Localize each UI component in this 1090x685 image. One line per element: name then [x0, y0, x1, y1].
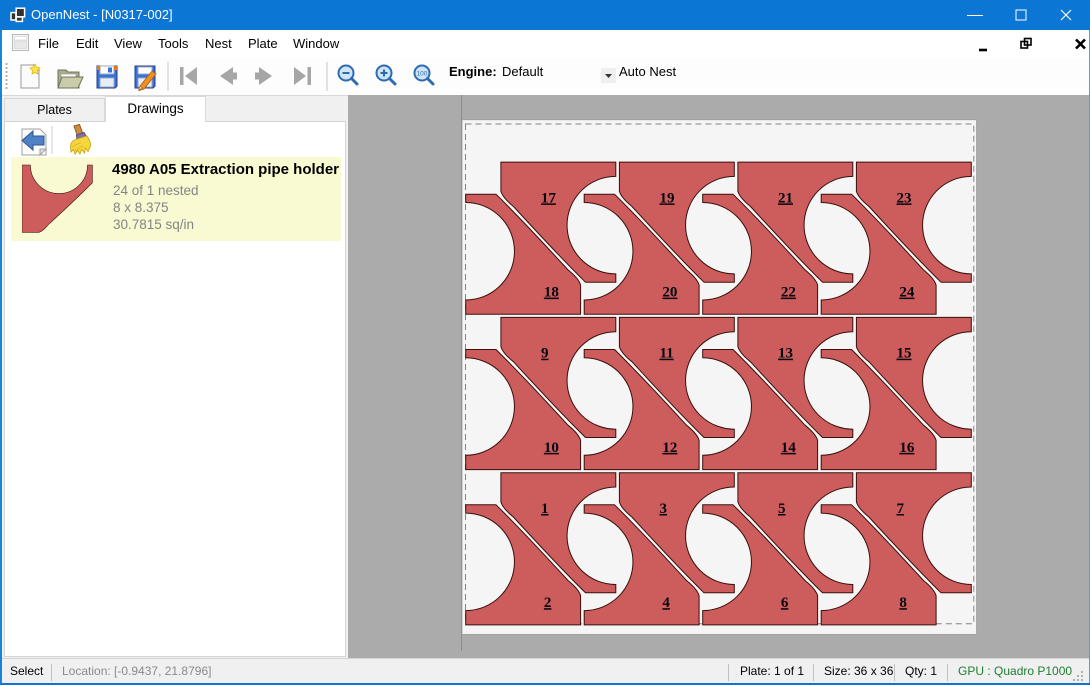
- svg-text:9: 9: [541, 346, 549, 362]
- svg-text:Auto Nest: Auto Nest: [619, 64, 676, 79]
- svg-text:23: 23: [897, 190, 912, 206]
- svg-text:5: 5: [778, 501, 786, 517]
- svg-text:12: 12: [662, 440, 677, 456]
- svg-text:10: 10: [544, 440, 559, 456]
- svg-text:Engine:: Engine:: [449, 64, 497, 79]
- svg-text:11: 11: [660, 346, 674, 362]
- svg-text:Default: Default: [502, 64, 544, 79]
- svg-text:4: 4: [662, 595, 670, 611]
- svg-text:1: 1: [541, 501, 549, 517]
- svg-text:18: 18: [544, 285, 559, 301]
- svg-text:6: 6: [781, 595, 789, 611]
- svg-text:19: 19: [660, 190, 675, 206]
- svg-text:16: 16: [899, 440, 915, 456]
- svg-text:100: 100: [417, 71, 428, 78]
- svg-text:17: 17: [541, 190, 557, 206]
- svg-text:14: 14: [781, 440, 797, 456]
- svg-text:13: 13: [778, 346, 793, 362]
- svg-text:21: 21: [778, 190, 793, 206]
- svg-text:15: 15: [897, 346, 912, 362]
- svg-text:24: 24: [899, 285, 915, 301]
- svg-text:7: 7: [897, 501, 905, 517]
- svg-text:2: 2: [544, 595, 552, 611]
- svg-text:3: 3: [660, 501, 668, 517]
- svg-text:20: 20: [662, 285, 677, 301]
- svg-text:8: 8: [899, 595, 907, 611]
- svg-text:22: 22: [781, 285, 796, 301]
